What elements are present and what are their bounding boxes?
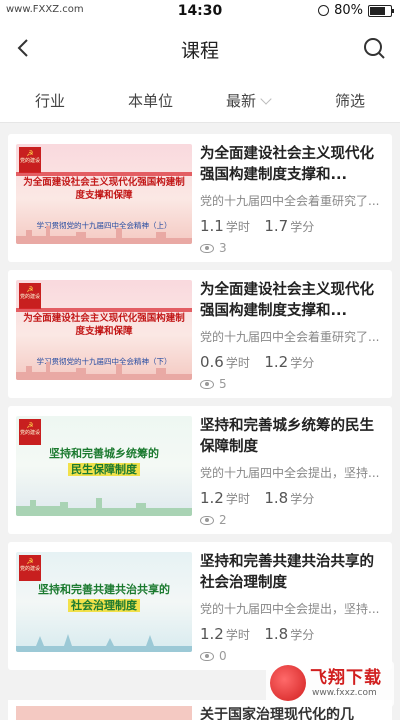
filter-label: 最新 [226, 92, 257, 110]
view-count-value: 0 [219, 649, 227, 663]
nav-bar: 课程 [0, 22, 400, 74]
course-credits: 1.7 [264, 217, 289, 235]
course-card[interactable]: 党的建设 坚持和完善共建共治共享的社会治理制度 坚持和完善共建共治共享的社会治理… [8, 542, 392, 670]
credits-unit: 学分 [290, 356, 315, 370]
course-meta: 1.2 学时 1.8 学分 [200, 625, 382, 643]
course-credits: 1.8 [264, 489, 289, 507]
course-description: 党的十九届四中全会提出，坚持... [200, 466, 380, 480]
watermark-logo: 飞翔下载 www.fxxz.com [266, 661, 394, 707]
course-credits: 1.2 [264, 353, 289, 371]
hours-unit: 学时 [225, 628, 250, 642]
eye-icon [200, 379, 214, 389]
hours-unit: 学时 [225, 356, 250, 370]
filter-industry[interactable]: 行业 [35, 90, 65, 111]
party-tag-badge: 党的建设 [19, 419, 41, 445]
status-bar: www.FXXZ.com 14:30 80% [0, 0, 400, 22]
course-title: 为全面建设社会主义现代化强国构建制度支撑和... [200, 146, 374, 183]
course-description: 党的十九届四中全会着重研究了... [200, 330, 380, 344]
filter-label: 行业 [35, 92, 66, 110]
course-credits: 1.8 [264, 625, 289, 643]
course-info: 坚持和完善共建共治共享的社会治理制度 党的十九届四中全会提出，坚持... 1.2… [200, 552, 382, 663]
chevron-down-icon [260, 93, 272, 105]
people-graphic [16, 634, 192, 652]
skyline-graphic [16, 362, 192, 380]
course-meta: 1.1 学时 1.7 学分 [200, 217, 382, 235]
course-card[interactable]: 党的建设 坚持和完善城乡统筹的民生保障制度 坚持和完善城乡统筹的民生保障制度 党… [8, 406, 392, 534]
page-title: 课程 [180, 40, 219, 62]
course-hours: 1.2 [200, 625, 224, 643]
watermark-title: 飞翔下载 [310, 668, 382, 688]
eye-icon [200, 651, 214, 661]
filter-label: 本单位 [128, 92, 174, 110]
course-title: 坚持和完善共建共治共享的社会治理制度 [200, 554, 374, 591]
party-tag-badge: 党的建设 [19, 147, 41, 173]
eye-icon [200, 515, 214, 525]
course-description: 党的十九届四中全会提出，坚持... [200, 602, 380, 616]
course-hours: 0.6 [200, 353, 224, 371]
course-thumbnail: 党的建设 坚持和完善共建共治共享的社会治理制度 [16, 552, 192, 652]
course-thumbnail [16, 706, 192, 720]
battery-fill [370, 6, 386, 15]
filter-bar: 行业 本单位 最新 筛选 [0, 74, 400, 123]
skyline-graphic [16, 226, 192, 244]
credits-unit: 学分 [290, 628, 315, 642]
eye-icon [200, 243, 214, 253]
filter-screen[interactable]: 筛选 [335, 90, 365, 111]
hours-unit: 学时 [225, 492, 250, 506]
search-icon[interactable] [362, 35, 388, 61]
rotation-lock-icon [318, 5, 330, 16]
view-count: 3 [200, 241, 382, 255]
thumb-title: 坚持和完善共建共治共享的 社会治理制度 [38, 583, 170, 612]
credits-unit: 学分 [290, 492, 315, 506]
course-thumbnail: 党的建设 坚持和完善城乡统筹的民生保障制度 [16, 416, 192, 516]
thumb-title: 为全面建设社会主义现代化强国构建制度支撑和保障 [23, 313, 185, 337]
party-tag-badge: 党的建设 [19, 283, 41, 309]
course-title: 为全面建设社会主义现代化强国构建制度支撑和... [200, 282, 374, 319]
thumb-title: 为全面建设社会主义现代化强国构建制度支撑和保障 [23, 177, 185, 201]
course-thumbnail: 党的建设 为全面建设社会主义现代化强国构建制度支撑和保障 学习贯彻党的十九届四中… [16, 280, 192, 380]
view-count-value: 2 [219, 513, 227, 527]
filter-label: 筛选 [335, 92, 366, 110]
watermark-url: www.fxxz.com [312, 688, 377, 698]
view-count: 2 [200, 513, 382, 527]
course-thumbnail: 党的建设 为全面建设社会主义现代化强国构建制度支撑和保障 学习贯彻党的十九届四中… [16, 144, 192, 244]
course-info: 坚持和完善城乡统筹的民生保障制度 党的十九届四中全会提出，坚持... 1.2 学时… [200, 416, 382, 527]
party-tag-badge: 党的建设 [19, 555, 41, 581]
view-count: 5 [200, 377, 382, 391]
skyline-graphic [16, 498, 192, 516]
status-right: 80% [318, 3, 394, 18]
filter-latest[interactable]: 最新 [226, 90, 272, 111]
battery-percent: 80% [334, 3, 363, 18]
course-card[interactable]: 党的建设 为全面建设社会主义现代化强国构建制度支撑和保障 学习贯彻党的十九届四中… [8, 134, 392, 262]
battery-icon [368, 4, 394, 17]
course-title: 坚持和完善城乡统筹的民生保障制度 [200, 418, 374, 455]
course-description: 党的十九届四中全会着重研究了... [200, 194, 380, 208]
course-hours: 1.1 [200, 217, 224, 235]
course-info: 为全面建设社会主义现代化强国构建制度支撑和... 党的十九届四中全会着重研究了.… [200, 144, 382, 255]
credits-unit: 学分 [290, 220, 315, 234]
watermark-icon [270, 665, 306, 701]
filter-my-unit[interactable]: 本单位 [128, 90, 173, 111]
course-meta: 0.6 学时 1.2 学分 [200, 353, 382, 371]
course-info: 为全面建设社会主义现代化强国构建制度支撑和... 党的十九届四中全会着重研究了.… [200, 280, 382, 391]
view-count-value: 5 [219, 377, 227, 391]
view-count-value: 3 [219, 241, 227, 255]
course-card[interactable]: 党的建设 为全面建设社会主义现代化强国构建制度支撑和保障 学习贯彻党的十九届四中… [8, 270, 392, 398]
hours-unit: 学时 [225, 220, 250, 234]
thumb-title: 坚持和完善城乡统筹的 民生保障制度 [49, 447, 159, 476]
course-meta: 1.2 学时 1.8 学分 [200, 489, 382, 507]
course-hours: 1.2 [200, 489, 224, 507]
